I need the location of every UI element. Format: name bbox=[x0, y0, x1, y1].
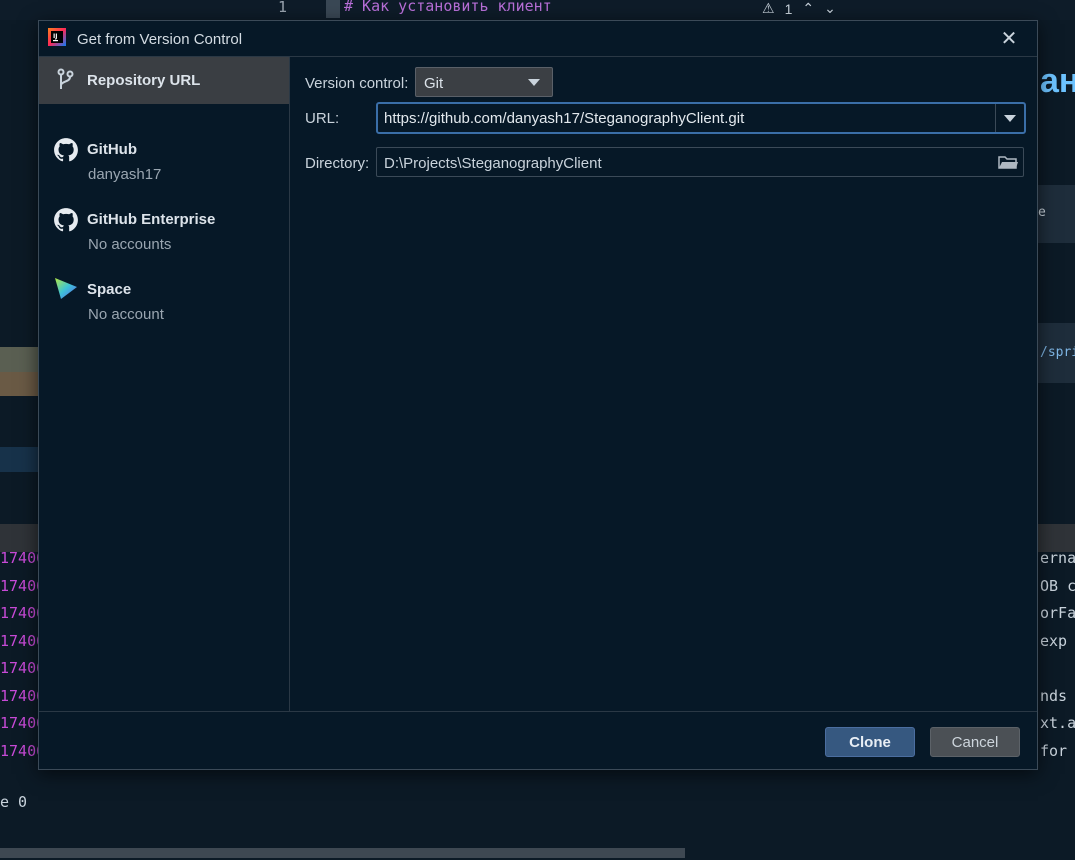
git-branch-icon bbox=[57, 68, 74, 89]
console-output-left: 17400 17400 17400 17400 17400 17400 1740… bbox=[0, 545, 46, 765]
directory-field[interactable] bbox=[376, 147, 1024, 177]
bg-panel-strip bbox=[0, 347, 38, 372]
clone-button[interactable]: Clone bbox=[825, 727, 915, 757]
sidebar-item-label: Space bbox=[87, 281, 132, 298]
console-line: erna bbox=[1040, 549, 1075, 567]
folder-icon[interactable] bbox=[997, 153, 1019, 171]
chevron-down-icon bbox=[1004, 115, 1016, 122]
cancel-button[interactable]: Cancel bbox=[930, 727, 1020, 757]
sidebar-item-github[interactable]: GitHub danyash17 bbox=[39, 117, 289, 183]
url-field[interactable] bbox=[376, 102, 1026, 134]
preview-code-text: /spri bbox=[1040, 345, 1075, 360]
sidebar-item-label: GitHub Enterprise bbox=[87, 211, 216, 228]
horizontal-scrollbar[interactable] bbox=[0, 848, 685, 858]
github-icon bbox=[54, 138, 78, 162]
line-number: 1 bbox=[278, 0, 288, 16]
preview-code-block: /spri bbox=[1038, 323, 1075, 383]
console-line: exp bbox=[1040, 631, 1068, 650]
dialog-titlebar[interactable]: IJ Get from Version Control ✕ bbox=[39, 21, 1037, 57]
process-exit-text: e 0 bbox=[0, 793, 28, 811]
console-line: 17400 bbox=[0, 631, 46, 650]
url-input[interactable] bbox=[384, 108, 984, 128]
console-line: 17400 bbox=[0, 604, 46, 622]
console-line: OB c bbox=[1040, 576, 1075, 595]
directory-input[interactable] bbox=[384, 153, 974, 173]
console-line: 17400 bbox=[0, 741, 46, 760]
console-line: xt.a bbox=[1040, 714, 1075, 732]
intellij-logo-icon: IJ bbox=[48, 28, 66, 46]
version-control-dropdown[interactable]: Git bbox=[415, 67, 553, 97]
get-from-vcs-dialog: IJ Get from Version Control ✕ Repository… bbox=[38, 20, 1038, 770]
fold-marker bbox=[326, 0, 340, 18]
sidebar-item-account: No accounts bbox=[88, 236, 172, 253]
sidebar-item-label: Repository URL bbox=[87, 72, 201, 89]
vcs-source-list: Repository URL GitHub danyash17 GitHub E… bbox=[39, 57, 290, 711]
sidebar-item-space[interactable]: Space No account bbox=[39, 257, 289, 323]
bg-panel-strip bbox=[0, 447, 38, 472]
console-line: 17400 bbox=[0, 659, 46, 677]
sidebar-item-github-enterprise[interactable]: GitHub Enterprise No accounts bbox=[39, 187, 289, 253]
console-output-right: erna OB c orFa exp nds xt.a for bbox=[1040, 545, 1075, 765]
bg-panel-strip bbox=[0, 372, 38, 396]
sidebar-item-account: danyash17 bbox=[88, 166, 162, 183]
console-line: 17400 bbox=[0, 686, 46, 705]
editor-code-line: # Как установить клиент bbox=[344, 0, 552, 15]
warning-icon: ⚠ bbox=[762, 0, 775, 16]
version-control-value: Git bbox=[424, 75, 444, 92]
space-icon bbox=[55, 278, 77, 299]
console-line: 17400 bbox=[0, 714, 46, 732]
close-icon[interactable]: ✕ bbox=[997, 27, 1021, 51]
github-icon bbox=[54, 208, 78, 232]
console-line: nds bbox=[1040, 686, 1068, 705]
warning-count: 1 bbox=[784, 0, 793, 17]
dialog-footer: Clone Cancel bbox=[39, 711, 1037, 770]
preview-heading: анс bbox=[1040, 62, 1075, 100]
url-label: URL: bbox=[305, 110, 340, 127]
chevron-down-icon[interactable]: ⌄ bbox=[824, 0, 836, 17]
console-line: orFa bbox=[1040, 604, 1075, 622]
inspection-widget[interactable]: ⚠ 1 ⌃ ⌄ bbox=[762, 0, 836, 17]
sidebar-item-repository-url[interactable]: Repository URL bbox=[39, 57, 289, 104]
sidebar-item-account: No account bbox=[88, 306, 164, 323]
repository-url-panel: Version control: Git URL: Directory: bbox=[290, 57, 1037, 711]
console-line: 17400 bbox=[0, 576, 46, 595]
version-control-label: Version control: bbox=[305, 75, 409, 92]
chevron-down-icon bbox=[528, 79, 540, 86]
chevron-up-icon[interactable]: ⌃ bbox=[802, 0, 814, 17]
sidebar-item-label: GitHub bbox=[87, 141, 137, 158]
svg-text:IJ: IJ bbox=[53, 33, 57, 40]
preview-code-block: e bbox=[1038, 185, 1075, 243]
preview-code-text: e bbox=[1038, 205, 1046, 220]
directory-label: Directory: bbox=[305, 155, 370, 172]
dialog-title: Get from Version Control bbox=[77, 31, 243, 48]
console-line: 17400 bbox=[0, 549, 46, 567]
console-line: for bbox=[1040, 741, 1068, 760]
url-history-dropdown[interactable] bbox=[995, 104, 1024, 132]
